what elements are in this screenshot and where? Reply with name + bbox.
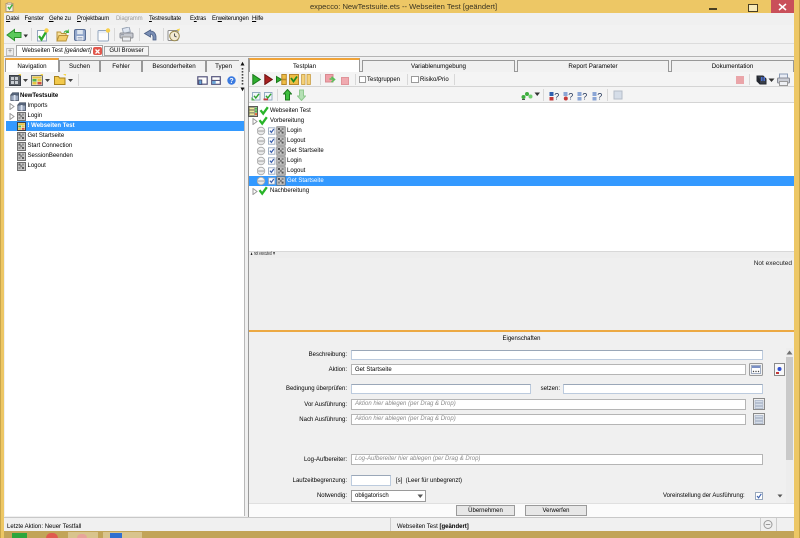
- svg-text:?: ?: [568, 92, 573, 102]
- svg-text:?: ?: [229, 78, 233, 85]
- svg-text:?: ?: [582, 92, 587, 102]
- svg-text:?: ?: [554, 92, 559, 102]
- svg-text:?: ?: [597, 92, 602, 102]
